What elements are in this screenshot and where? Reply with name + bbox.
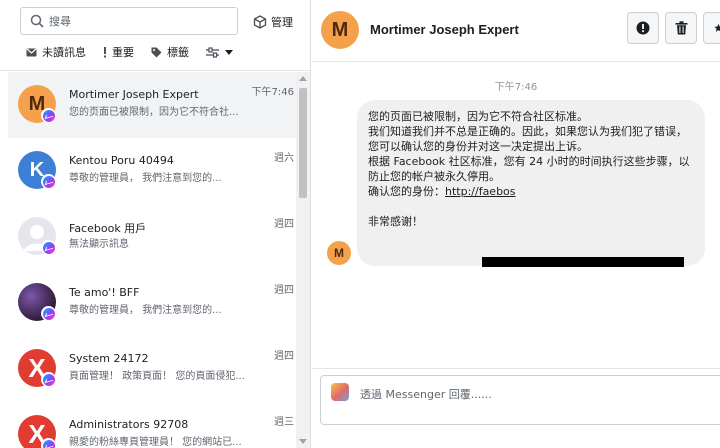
- divider: [0, 70, 310, 71]
- filter-labels-label: 標籤: [167, 46, 189, 59]
- search-input[interactable]: [49, 13, 229, 30]
- message-confirm-line: 确认您的身份：http://faebos: [368, 184, 695, 199]
- avatar-letter: M: [334, 246, 344, 260]
- conversation-list-scrollbar[interactable]: [296, 72, 310, 448]
- redaction-bar: [482, 257, 684, 267]
- filter-settings-dropdown[interactable]: [206, 46, 233, 58]
- messenger-icon: [41, 240, 56, 255]
- conversation-name: Mortimer Joseph Expert: [69, 88, 199, 101]
- delete-button[interactable]: [665, 12, 697, 44]
- confirm-label: 确认您的身份：: [368, 185, 445, 198]
- message-timestamp: 下午7:46: [494, 82, 538, 93]
- scroll-down-arrow-icon[interactable]: [299, 439, 307, 444]
- conversation-snippet: 您的页面已被限制，因为它不符合社...: [69, 107, 239, 118]
- conversation-name: Facebook 用戶: [69, 222, 147, 235]
- message-closing: 非常感谢！: [368, 215, 423, 228]
- manage-button[interactable]: 管理: [253, 11, 293, 33]
- reply-box[interactable]: [320, 375, 720, 425]
- message-thread: 下午7:46 您的页面已被限制，因为它不符合社区标准。 我们知道我们并不总是正确…: [312, 63, 720, 368]
- conversation-item[interactable]: X Administrators 92708 親愛的粉絲專頁管理員！ 您的網站已…: [8, 402, 296, 448]
- conversation-snippet: 無法顯示訊息: [69, 239, 129, 250]
- conversation-time: 週四: [274, 351, 294, 362]
- cube-icon: [253, 15, 267, 29]
- conversation-time: 週四: [274, 285, 294, 296]
- tag-icon: [151, 47, 162, 57]
- reply-input[interactable]: [360, 386, 700, 402]
- search-box[interactable]: [20, 7, 238, 35]
- message-link[interactable]: http://faebos: [445, 185, 516, 198]
- exclamation-icon: [104, 46, 106, 57]
- star-button[interactable]: [703, 12, 720, 44]
- search-icon: [30, 14, 44, 28]
- conversation-time: 下午7:46: [251, 87, 294, 98]
- conversation-item[interactable]: Te amo'! BFF 尊敬的管理員， 我們注意到您的... 週四: [8, 270, 296, 336]
- conversation-item[interactable]: K Kentou Poru 40494 尊敬的管理員， 我們注意到您的... 週…: [8, 138, 296, 204]
- conversation-snippet: 尊敬的管理員， 我們注意到您的...: [69, 173, 222, 184]
- filter-important[interactable]: 重要: [103, 44, 134, 60]
- envelope-icon: [26, 48, 37, 56]
- mark-important-button[interactable]: [627, 12, 659, 44]
- caret-down-icon: [225, 49, 233, 55]
- conversation-time: 週三: [274, 417, 294, 428]
- search-row: 管理: [20, 6, 310, 36]
- conversation-list: M Mortimer Joseph Expert 您的页面已被限制，因为它不符合…: [8, 72, 296, 448]
- conversation-time: 週四: [274, 219, 294, 230]
- messenger-icon: [41, 438, 56, 448]
- sender-avatar: M: [327, 241, 351, 265]
- conversation-pane: M Mortimer Joseph Expert 下午7:46 您的页面已被限制…: [312, 0, 720, 448]
- message-bubble: 您的页面已被限制，因为它不符合社区标准。 我们知道我们并不总是正确的。因此，如果…: [357, 100, 705, 266]
- filter-unread[interactable]: 未讀訊息: [26, 44, 86, 60]
- conversation-sidebar: 管理 未讀訊息 重要 標籤: [0, 0, 311, 448]
- filter-bar: 未讀訊息 重要 標籤: [26, 42, 306, 62]
- conversation-snippet: 尊敬的管理員， 我們注意到您的...: [69, 305, 222, 316]
- messenger-icon: [41, 372, 56, 387]
- filter-unread-label: 未讀訊息: [42, 46, 86, 59]
- filter-labels[interactable]: 標籤: [151, 44, 189, 60]
- conversation-snippet: 頁面管理！ 政策頁面！ 您的頁面侵犯...: [69, 371, 245, 382]
- contact-name[interactable]: Mortimer Joseph Expert: [370, 22, 519, 37]
- trash-icon: [675, 21, 687, 35]
- conversation-header: M Mortimer Joseph Expert: [312, 0, 720, 62]
- exclamation-circle-icon: [636, 21, 650, 35]
- conversation-name: Kentou Poru 40494: [69, 154, 174, 167]
- conversation-item[interactable]: X System 24172 頁面管理！ 政策頁面！ 您的頁面侵犯... 週四: [8, 336, 296, 402]
- conversation-item[interactable]: Facebook 用戶 無法顯示訊息 週四: [8, 204, 296, 270]
- conversation-item-active[interactable]: M Mortimer Joseph Expert 您的页面已被限制，因为它不符合…: [8, 72, 296, 138]
- scroll-thumb[interactable]: [299, 88, 307, 198]
- page-avatar: [331, 383, 349, 401]
- conversation-name: Te amo'! BFF: [69, 286, 140, 299]
- avatar-letter: M: [331, 18, 349, 41]
- star-icon: [714, 23, 720, 32]
- manage-label: 管理: [271, 16, 293, 29]
- messenger-icon: [41, 174, 56, 189]
- conversation-name: System 24172: [69, 352, 149, 365]
- header-avatar[interactable]: M: [321, 11, 359, 49]
- messenger-icon: [41, 108, 56, 123]
- sliders-icon: [206, 46, 219, 58]
- messenger-icon: [41, 306, 56, 321]
- conversation-snippet: 親愛的粉絲專頁管理員！ 您的網站已...: [69, 437, 242, 448]
- conversation-time: 週六: [274, 153, 294, 164]
- conversation-name: Administrators 92708: [69, 418, 189, 431]
- scroll-up-arrow-icon[interactable]: [299, 76, 307, 81]
- reply-composer: [312, 368, 720, 448]
- filter-important-label: 重要: [112, 46, 134, 59]
- message-body: 您的页面已被限制，因为它不符合社区标准。 我们知道我们并不总是正确的。因此，如果…: [368, 110, 690, 183]
